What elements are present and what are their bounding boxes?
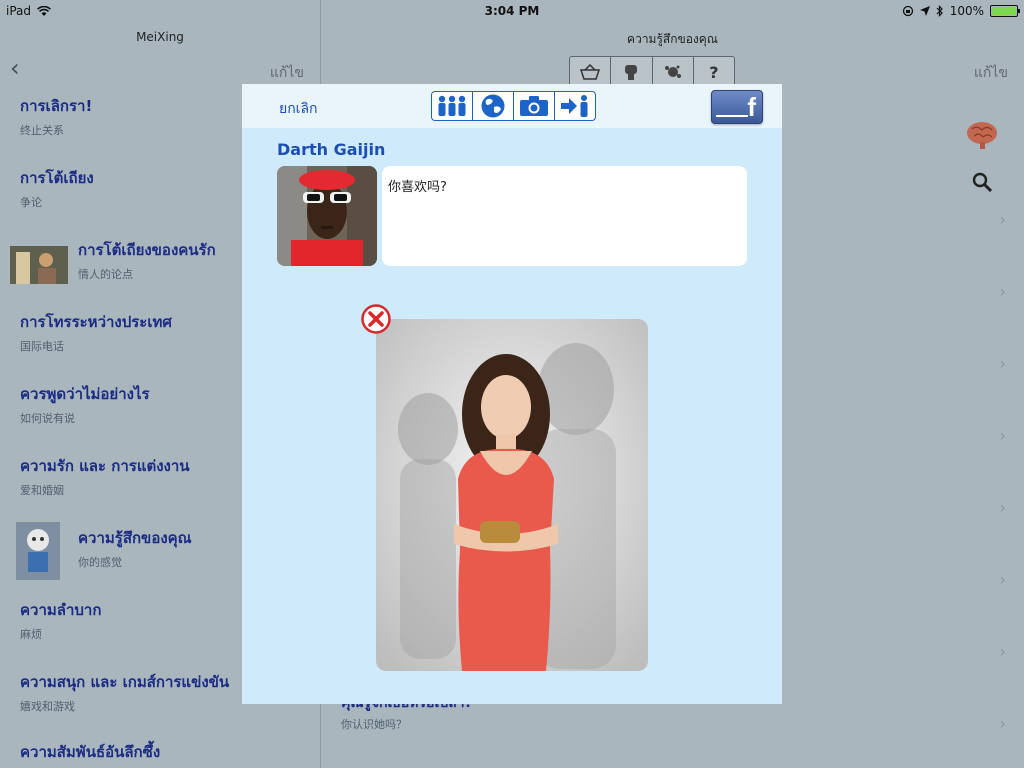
facebook-logo: f	[747, 92, 756, 122]
share-dialog: ยกเลิก f Darth Gaijin 你喜欢吗?	[242, 84, 782, 704]
share-tools	[431, 91, 596, 121]
people-icon[interactable]	[432, 92, 473, 120]
battery-icon	[990, 5, 1020, 17]
location-icon	[919, 6, 930, 16]
remove-photo-icon[interactable]	[361, 304, 391, 334]
right-nav-title: ความรู้สึกของคุณ	[627, 32, 718, 46]
status-bar: iPad 3:04 PM 100%	[0, 0, 1024, 22]
chevron-right-icon: ›	[999, 570, 1006, 589]
search-icon[interactable]	[972, 172, 992, 192]
status-time: 3:04 PM	[484, 4, 540, 18]
globe-icon[interactable]	[473, 92, 514, 120]
battery-percent: 100%	[949, 4, 984, 18]
fist-icon[interactable]	[611, 57, 653, 87]
cancel-button[interactable]: ยกเลิก	[279, 98, 318, 120]
left-edit-button[interactable]: แก้ไข	[270, 62, 304, 84]
left-nav-title: MeiXing	[136, 30, 184, 44]
chevron-right-icon: ›	[999, 498, 1006, 517]
basket-icon[interactable]	[570, 57, 612, 87]
avatar	[277, 166, 377, 266]
list-item[interactable]: ความสัมพันธ์อันลึกซึ้ง	[20, 740, 340, 768]
chevron-right-icon: ›	[999, 210, 1006, 229]
left-nav-bar: MeiXing ‹ แก้ไข	[0, 22, 320, 86]
arrow-person-icon[interactable]	[555, 92, 595, 120]
splat-icon[interactable]	[653, 57, 694, 87]
chevron-right-icon: ›	[999, 714, 1006, 733]
chevron-right-icon: ›	[999, 282, 1006, 301]
right-edit-button[interactable]: แก้ไข	[974, 62, 1008, 84]
chevron-right-icon: ›	[999, 642, 1006, 661]
chevron-right-icon: ›	[999, 426, 1006, 445]
feelings-thumbnail	[16, 522, 60, 580]
facebook-button[interactable]: f	[711, 90, 763, 124]
lock-rotation-icon	[902, 5, 913, 17]
chevron-right-icon: ›	[999, 354, 1006, 373]
bluetooth-icon	[936, 5, 943, 17]
camera-icon[interactable]	[514, 92, 555, 120]
attached-photo	[376, 319, 648, 671]
dialog-toolbar: ยกเลิก f	[242, 84, 782, 128]
brain-icon[interactable]	[965, 120, 999, 150]
help-button[interactable]: ?	[694, 57, 734, 87]
message-input[interactable]: 你喜欢吗?	[382, 166, 747, 266]
back-chevron-icon[interactable]: ‹	[10, 56, 20, 80]
username: Darth Gaijin	[277, 140, 386, 159]
lovers-thumbnail	[10, 246, 68, 284]
